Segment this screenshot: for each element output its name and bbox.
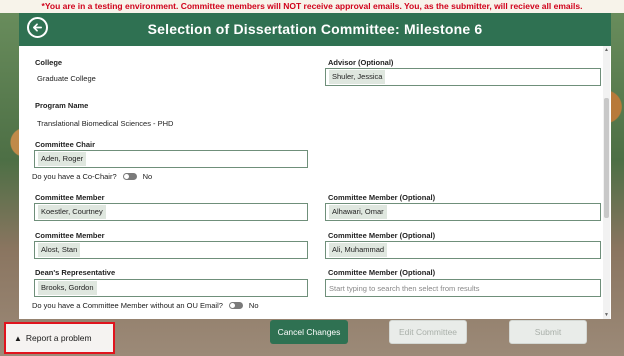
scroll-up-icon[interactable]: ▲ (603, 47, 610, 53)
opt1-field[interactable]: Alhawari, Omar (325, 203, 601, 221)
program-label: Program Name (35, 101, 89, 110)
member1-label: Committee Member (35, 193, 105, 202)
scroll-down-icon[interactable]: ▼ (603, 312, 610, 318)
advisor-chip: Shuler, Jessica (329, 70, 386, 84)
deans-label: Dean's Representative (35, 268, 116, 277)
deans-chip: Brooks, Gordon (38, 281, 97, 295)
college-value: Graduate College (37, 74, 96, 83)
chair-chip: Aden, Roger (38, 152, 87, 166)
vertical-scrollbar[interactable]: ▲ ▼ (603, 46, 610, 319)
warning-icon: ▲ (14, 333, 22, 343)
chair-label: Committee Chair (35, 140, 96, 149)
page-title: Selection of Dissertation Committee: Mil… (147, 21, 483, 37)
opt1-label: Committee Member (Optional) (328, 193, 436, 202)
opt2-label: Committee Member (Optional) (328, 231, 436, 240)
opt2-field[interactable]: Ali, Muhammad (325, 241, 601, 259)
advisor-field[interactable]: Shuler, Jessica (325, 68, 601, 86)
member2-label: Committee Member (35, 231, 105, 240)
cochair-label: Do you have a Co-Chair? (32, 172, 117, 181)
cochair-state: No (142, 172, 153, 181)
program-value: Translational Biomedical Sciences - PHD (37, 119, 174, 128)
no-email-row: Do you have a Committee Member without a… (32, 301, 259, 310)
report-problem-button[interactable]: ▲ Report a problem (4, 322, 115, 354)
testing-environment-banner: *You are in a testing environment. Commi… (0, 0, 624, 13)
edit-committee-button[interactable]: Edit Committee (389, 320, 467, 344)
opt2-chip: Ali, Muhammad (329, 243, 388, 257)
form-content: College Graduate College Advisor (Option… (19, 46, 611, 319)
chair-field[interactable]: Aden, Roger (34, 150, 308, 168)
member1-field[interactable]: Koestler, Courtney (34, 203, 308, 221)
cochair-toggle[interactable] (122, 173, 137, 180)
member2-chip: Alost, Stan (38, 243, 81, 257)
no-email-toggle[interactable] (228, 302, 243, 309)
opt3-label: Committee Member (Optional) (328, 268, 436, 277)
opt1-chip: Alhawari, Omar (329, 205, 387, 219)
advisor-label: Advisor (Optional) (328, 58, 394, 67)
opt3-placeholder: Start typing to search then select from … (329, 283, 480, 293)
report-problem-label: Report a problem (25, 333, 92, 343)
cochair-row: Do you have a Co-Chair? No (32, 172, 152, 181)
college-label: College (35, 58, 63, 67)
submit-button[interactable]: Submit (509, 320, 587, 344)
deans-field[interactable]: Brooks, Gordon (34, 279, 308, 297)
form-panel: Selection of Dissertation Committee: Mil… (19, 13, 611, 319)
no-email-state: No (248, 301, 259, 310)
scroll-thumb[interactable] (604, 98, 609, 218)
no-email-label: Do you have a Committee Member without a… (32, 301, 223, 310)
member1-chip: Koestler, Courtney (38, 205, 106, 219)
member2-field[interactable]: Alost, Stan (34, 241, 308, 259)
page-header: Selection of Dissertation Committee: Mil… (19, 13, 611, 46)
opt3-search-input[interactable]: Start typing to search then select from … (325, 279, 601, 297)
cancel-changes-button[interactable]: Cancel Changes (270, 320, 348, 344)
